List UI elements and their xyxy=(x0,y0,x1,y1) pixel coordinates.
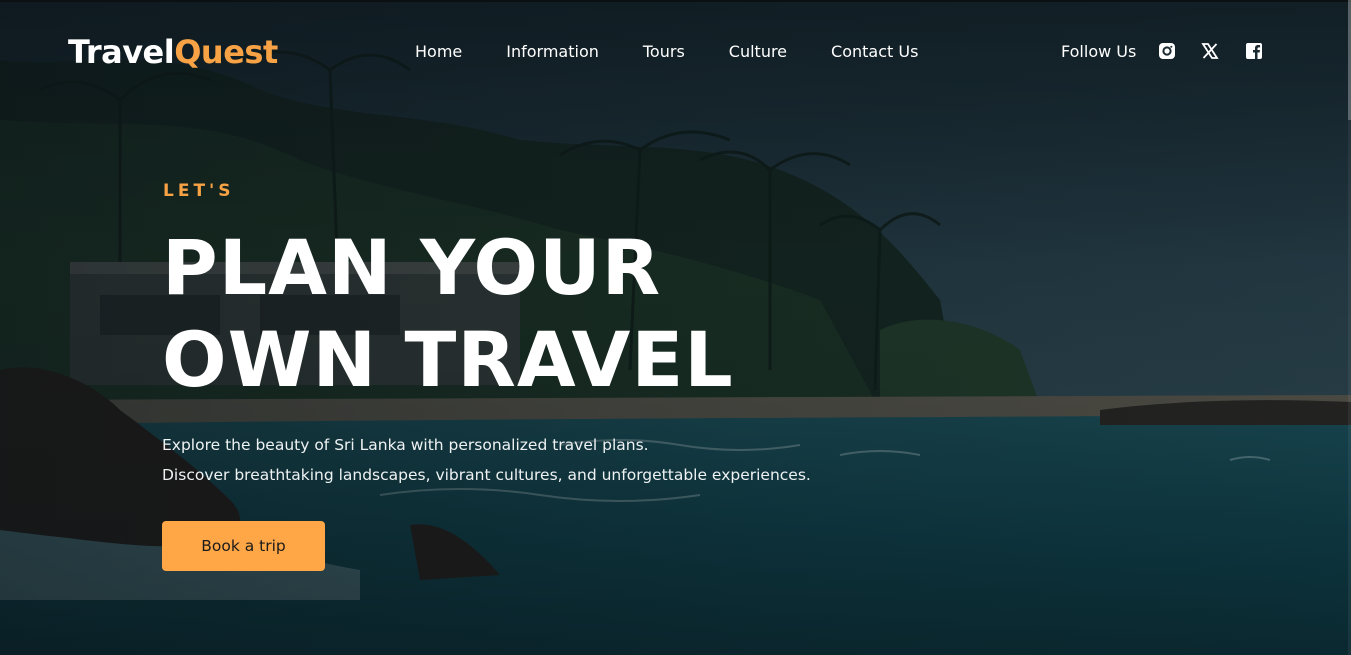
facebook-icon[interactable] xyxy=(1245,42,1263,60)
hero-headline: PLAN YOUR OWN TRAVEL xyxy=(162,222,734,406)
follow-us-label: Follow Us xyxy=(1061,42,1137,61)
hero-description-line-1: Explore the beauty of Sri Lanka with per… xyxy=(162,436,649,454)
nav-link-tours[interactable]: Tours xyxy=(643,40,685,64)
hero-headline-line-2: OWN TRAVEL xyxy=(162,315,734,404)
brand-logo-primary: Travel xyxy=(68,33,175,71)
brand-logo[interactable]: TravelQuest xyxy=(68,32,278,72)
hero-description: Explore the beauty of Sri Lanka with per… xyxy=(162,430,862,490)
nav-link-culture[interactable]: Culture xyxy=(729,40,787,64)
navbar: TravelQuest Home Information Tours Cultu… xyxy=(0,0,1351,104)
brand-logo-accent: Quest xyxy=(174,33,278,71)
hero-headline-line-1: PLAN YOUR xyxy=(162,223,662,312)
hero-kicker: LET'S xyxy=(163,181,235,201)
nav-link-contact-us[interactable]: Contact Us xyxy=(831,40,918,64)
book-a-trip-button[interactable]: Book a trip xyxy=(162,521,325,571)
instagram-icon[interactable] xyxy=(1158,42,1176,60)
x-icon[interactable] xyxy=(1201,42,1219,60)
hero-section: TravelQuest Home Information Tours Cultu… xyxy=(0,0,1351,655)
main-nav: Home Information Tours Culture Contact U… xyxy=(415,40,962,64)
hero-description-line-2: Discover breathtaking landscapes, vibran… xyxy=(162,466,811,484)
nav-link-home[interactable]: Home xyxy=(415,40,462,64)
nav-link-information[interactable]: Information xyxy=(506,40,599,64)
